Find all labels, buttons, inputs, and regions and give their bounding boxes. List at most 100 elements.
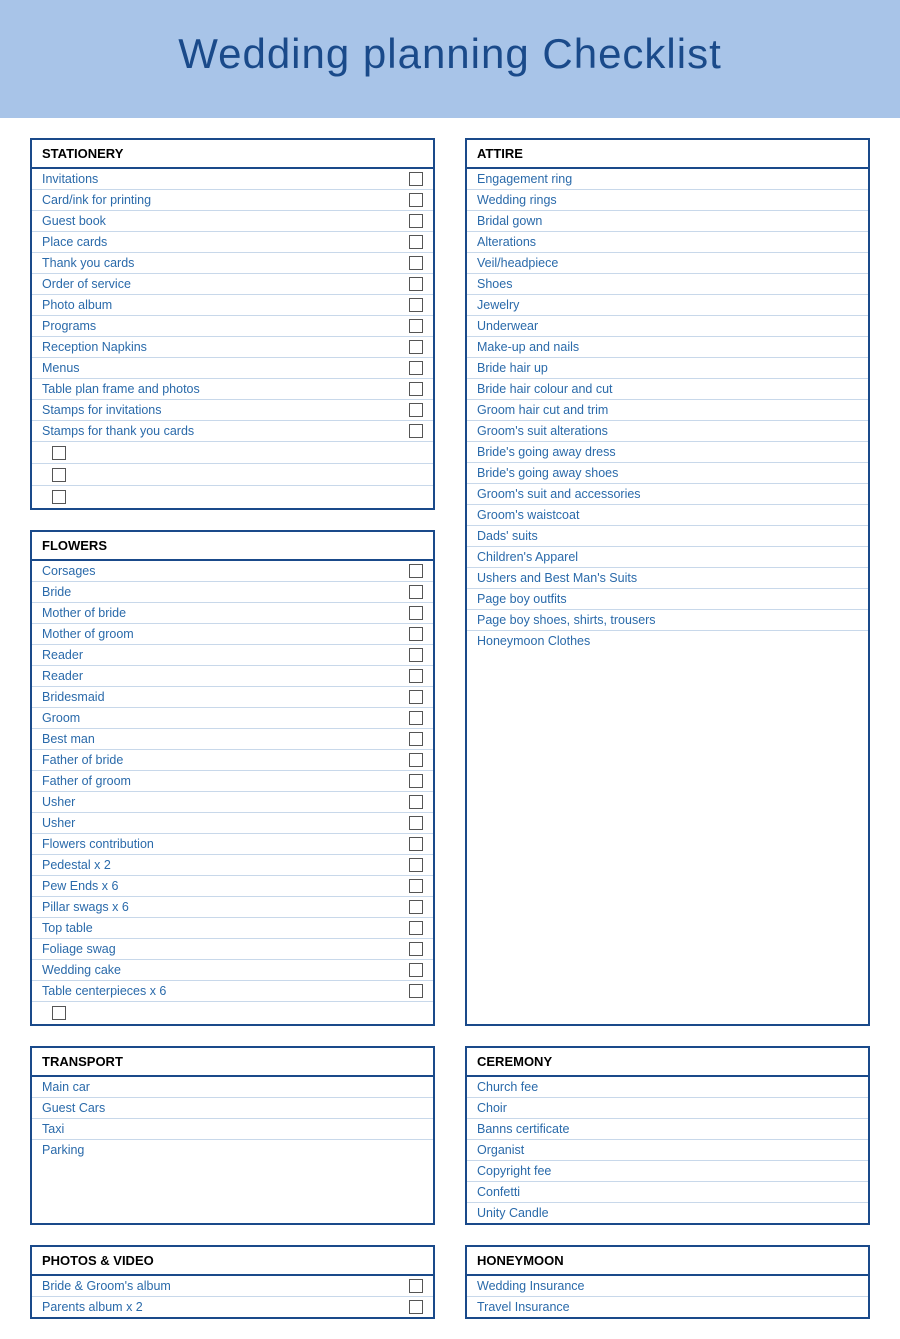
list-item: Guest Cars [32,1098,433,1119]
item-label: Groom's suit alterations [477,424,608,438]
checkbox[interactable] [409,732,423,746]
checkbox[interactable] [409,816,423,830]
checkbox[interactable] [409,564,423,578]
checkbox[interactable] [52,490,66,504]
checkbox[interactable] [409,382,423,396]
checkbox[interactable] [409,690,423,704]
checkbox[interactable] [409,942,423,956]
checkbox[interactable] [409,340,423,354]
item-label: Usher [42,795,75,809]
item-label: Mother of bride [42,606,126,620]
list-item: Father of bride [32,750,433,771]
checkbox[interactable] [409,606,423,620]
list-item [32,1002,433,1024]
list-item: Order of service [32,274,433,295]
list-item: Invitations [32,169,433,190]
list-item: Groom [32,708,433,729]
checkbox[interactable] [409,879,423,893]
flowers-title: FLOWERS [32,532,433,561]
list-item: Pew Ends x 6 [32,876,433,897]
item-label: Groom's suit and accessories [477,487,641,501]
checkbox[interactable] [409,424,423,438]
list-item: Bride's going away shoes [467,463,868,484]
checkbox[interactable] [409,172,423,186]
item-label: Groom hair cut and trim [477,403,608,417]
item-label: Underwear [477,319,538,333]
main-content: STATIONERY InvitationsCard/ink for print… [0,118,900,1339]
list-item: Thank you cards [32,253,433,274]
list-item: Travel Insurance [467,1297,868,1317]
checkbox[interactable] [409,648,423,662]
item-label: Veil/headpiece [477,256,558,270]
checkbox[interactable] [409,774,423,788]
item-label: Choir [477,1101,507,1115]
item-label: Make-up and nails [477,340,579,354]
checkbox[interactable] [409,585,423,599]
checkbox[interactable] [409,403,423,417]
item-label: Bridesmaid [42,690,105,704]
checkbox[interactable] [409,900,423,914]
list-item: Foliage swag [32,939,433,960]
checkbox[interactable] [409,627,423,641]
checkbox[interactable] [409,361,423,375]
item-label: Best man [42,732,95,746]
checkbox[interactable] [409,1300,423,1314]
list-item: Alterations [467,232,868,253]
list-item: Reader [32,645,433,666]
checkbox[interactable] [409,858,423,872]
item-label: Confetti [477,1185,520,1199]
checkbox[interactable] [409,921,423,935]
flowers-section: FLOWERS CorsagesBrideMother of brideMoth… [30,530,435,1026]
checkbox[interactable] [52,468,66,482]
checkbox[interactable] [52,1006,66,1020]
list-item: Bride's going away dress [467,442,868,463]
checkbox[interactable] [409,837,423,851]
checkbox[interactable] [409,753,423,767]
list-item: Choir [467,1098,868,1119]
list-item: Bridal gown [467,211,868,232]
item-label: Guest book [42,214,106,228]
item-label: Usher [42,816,75,830]
item-label: Programs [42,319,96,333]
item-label: Wedding cake [42,963,121,977]
item-label: Place cards [42,235,107,249]
photos-section: PHOTOS & VIDEO Bride & Groom's albumPare… [30,1245,435,1319]
checkbox[interactable] [409,256,423,270]
checkbox[interactable] [409,277,423,291]
list-item: Copyright fee [467,1161,868,1182]
list-item: Card/ink for printing [32,190,433,211]
honeymoon-items: Wedding Insurance Travel Insurance [467,1276,868,1317]
item-label: Wedding Insurance [477,1279,584,1293]
checkbox[interactable] [409,319,423,333]
checkbox[interactable] [409,669,423,683]
checkbox[interactable] [409,235,423,249]
item-label: Bride & Groom's album [42,1279,171,1293]
checkbox[interactable] [409,984,423,998]
list-item: Reader [32,666,433,687]
list-item: Page boy shoes, shirts, trousers [467,610,868,631]
attire-section: ATTIRE Engagement ringWedding ringsBrida… [465,138,870,1026]
item-label: Photo album [42,298,112,312]
item-label: Copyright fee [477,1164,551,1178]
list-item: Stamps for thank you cards [32,421,433,442]
checkbox[interactable] [409,711,423,725]
checkbox[interactable] [409,214,423,228]
item-label: Top table [42,921,93,935]
item-label: Father of bride [42,753,123,767]
checkbox[interactable] [52,446,66,460]
checkbox[interactable] [409,298,423,312]
checkbox[interactable] [409,1279,423,1293]
item-label: Reception Napkins [42,340,147,354]
item-label: Engagement ring [477,172,572,186]
item-label: Reader [42,669,83,683]
list-item: Place cards [32,232,433,253]
checkbox[interactable] [409,963,423,977]
honeymoon-title: HONEYMOON [467,1247,868,1276]
list-item: Groom hair cut and trim [467,400,868,421]
item-label: Taxi [42,1122,64,1136]
list-item: Honeymoon Clothes [467,631,868,651]
stationery-section: STATIONERY InvitationsCard/ink for print… [30,138,435,510]
checkbox[interactable] [409,795,423,809]
checkbox[interactable] [409,193,423,207]
item-label: Table centerpieces x 6 [42,984,166,998]
